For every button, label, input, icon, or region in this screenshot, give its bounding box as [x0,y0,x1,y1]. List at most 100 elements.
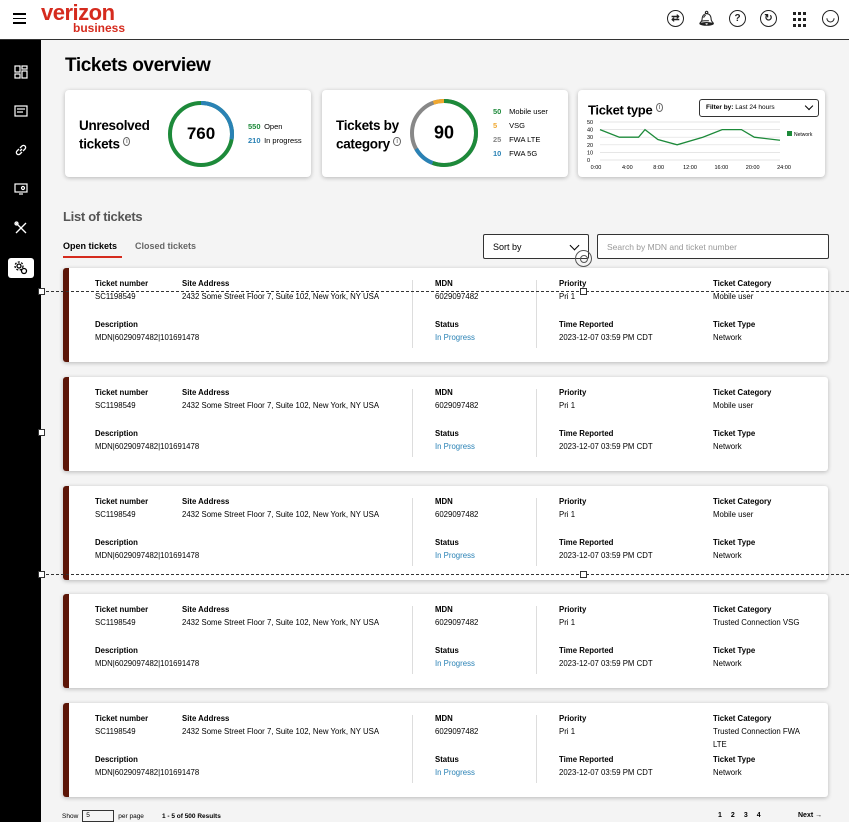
x-tick-label: 4:00 [622,165,633,171]
status-label: Status [435,755,459,764]
site-address-field: Site Address 2432 Some Street Floor 7, Su… [182,603,379,629]
ticket-card[interactable]: Ticket number SC1198549 Site Address 2432 S… [63,594,828,688]
site-address-value: 2432 Some Street Floor 7, Suite 102, New… [182,401,380,410]
description-label: Description [95,755,138,764]
status-field: Status In Progress [435,753,475,779]
link-icon[interactable] [8,140,34,160]
site-address-label: Site Address [182,388,230,397]
status-label: Status [435,320,459,329]
ticket-type-value: Network [713,442,742,451]
ticket-type-label: Ticket Type [713,538,756,547]
priority-value: Pri 1 [559,510,576,519]
dashboard-icon[interactable] [8,62,34,82]
settings-icon[interactable] [8,258,34,278]
search-input[interactable]: Search by MDN and ticket number [597,234,829,259]
ticket-type-value: Network [713,333,742,342]
device-icon[interactable] [8,179,34,199]
priority-value: Pri 1 [559,618,576,627]
help-icon[interactable]: ? [729,10,746,27]
ticket-number-value: SC1198549 [95,401,136,410]
ticket-number-field: Ticket number SC1198549 [95,712,148,738]
resize-handle[interactable] [38,429,45,436]
description-value: MDN|6029097482|101691478 [95,659,200,668]
ticket-number-label: Ticket number [95,497,149,506]
time-reported-field: Time Reported 2023-12-07 03:59 PM CDT [559,427,653,453]
description-field: Description MDN|6029097482|101691478 [95,427,199,453]
support-icon[interactable]: ↻ [760,10,777,27]
next-page-button[interactable]: Next → [798,812,822,819]
info-icon[interactable]: i [393,137,401,146]
priority-label: Priority [559,497,587,506]
y-tick-label: 40 [587,128,593,134]
ticket-category-field: Ticket Category Trusted Connection VSG [713,603,803,629]
mdn-value: 6029097482 [435,727,479,736]
resize-handle[interactable] [38,571,45,578]
account-icon[interactable]: ◡ [822,10,839,27]
site-address-field: Site Address 2432 Some Street Floor 7, Su… [182,495,379,521]
site-address-label: Site Address [182,279,230,288]
sort-dropdown[interactable]: Sort by [483,234,589,259]
page-link[interactable]: 3 [744,812,748,819]
description-label: Description [95,429,138,438]
sync-icon[interactable]: ⇄ [667,10,684,27]
ticket-category-value: Trusted Connection VSG [713,618,800,627]
info-icon[interactable]: i [123,137,131,146]
status-label: Status [435,429,459,438]
per-page-select[interactable]: 5 [82,810,115,822]
ticket-category-label: Ticket Category [713,714,772,723]
description-value: MDN|6029097482|101691478 [95,768,200,777]
page-link[interactable]: 4 [757,812,761,819]
ticket-number-label: Ticket number [95,714,149,723]
time-reported-value: 2023-12-07 03:59 PM CDT [559,659,653,668]
priority-field: Priority Pri 1 [559,386,586,412]
chevron-down-icon [569,240,580,251]
ticket-category-value: Trusted Connection FWA LTE [713,727,800,749]
status-value: In Progress [435,768,475,777]
time-reported-label: Time Reported [559,538,614,547]
description-field: Description MDN|6029097482|101691478 [95,753,199,779]
legend-swatch [787,131,792,136]
page-link[interactable]: 1 [718,812,722,819]
unresolved-tickets-card: Unresolved tickets i 760 550 Open 210 In… [65,90,311,177]
ticket-type-value: Network [713,551,742,560]
resize-handle[interactable] [580,288,587,295]
time-reported-field: Time Reported 2023-12-07 03:59 PM CDT [559,753,653,779]
menu-icon[interactable] [13,13,26,24]
ticket-card[interactable]: Ticket number SC1198549 Site Address 2432 S… [63,377,828,471]
ticket-category-field: Ticket Category Mobile user [713,495,803,521]
ticket-type-label: Ticket Type [713,429,756,438]
description-label: Description [95,538,138,547]
resize-handle[interactable] [580,571,587,578]
status-value: In Progress [435,442,475,451]
ticket-card[interactable]: Ticket number SC1198549 Site Address 2432 S… [63,268,828,362]
list-title: List of tickets [63,209,143,224]
y-tick-label: 0 [587,158,590,164]
time-reported-value: 2023-12-07 03:59 PM CDT [559,442,653,451]
billing-icon[interactable] [8,101,34,121]
description-field: Description MDN|6029097482|101691478 [95,644,199,670]
tab-open-tickets[interactable]: Open tickets [63,241,117,251]
page-link[interactable]: 2 [731,812,735,819]
ticket-number-field: Ticket number SC1198549 [95,495,148,521]
description-value: MDN|6029097482|101691478 [95,333,200,342]
verizon-logo[interactable]: verizon business [41,2,125,35]
ticket-card[interactable]: Ticket number SC1198549 Site Address 2432 S… [63,703,828,797]
status-field: Status In Progress [435,536,475,562]
priority-label: Priority [559,388,587,397]
description-label: Description [95,320,138,329]
y-tick-label: 20 [587,143,593,149]
bell-icon[interactable]: 🔔︎ [698,10,716,27]
ticket-card[interactable]: Ticket number SC1198549 Site Address 2432 S… [63,486,828,580]
x-tick-label: 24:00 [777,165,791,171]
tab-closed-tickets[interactable]: Closed tickets [135,241,196,251]
resize-handle[interactable] [38,288,45,295]
time-reported-field: Time Reported 2023-12-07 03:59 PM CDT [559,536,653,562]
status-field: Status In Progress [435,318,475,344]
tools-icon[interactable] [8,218,34,238]
apps-grid-icon[interactable] [791,10,808,27]
ticket-type-label: Ticket Type [713,320,756,329]
legend-item: 50 Mobile user [493,107,548,116]
column-divider [412,715,413,783]
time-reported-label: Time Reported [559,429,614,438]
status-field: Status In Progress [435,644,475,670]
